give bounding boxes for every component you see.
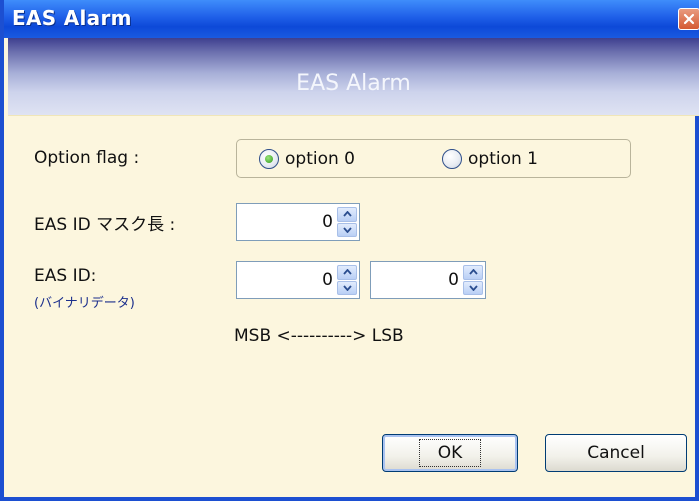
spin-down-button[interactable]	[337, 222, 357, 237]
ok-button-label: OK	[418, 439, 482, 467]
radio-unchecked-icon[interactable]	[442, 149, 462, 169]
close-button[interactable]	[678, 8, 699, 30]
cancel-button-label: Cancel	[587, 443, 645, 463]
mask-length-label: EAS ID マスク長 :	[34, 215, 176, 235]
eas-id-lsb-spinner[interactable]: 0	[370, 261, 486, 299]
chevron-up-icon	[342, 269, 352, 275]
eas-id-lsb-spin-buttons	[463, 265, 483, 295]
eas-id-msb-value[interactable]: 0	[322, 270, 333, 290]
radio-option-0[interactable]: option 0	[259, 149, 355, 169]
mask-length-spin-buttons	[337, 207, 357, 237]
cancel-button[interactable]: Cancel	[545, 434, 687, 472]
mask-length-spinner[interactable]: 0	[236, 203, 360, 241]
radio-option-0-label: option 0	[285, 149, 355, 169]
radio-checked-icon[interactable]	[259, 149, 279, 169]
radio-option-1[interactable]: option 1	[442, 149, 538, 169]
option-flag-group: option 0 option 1	[236, 139, 631, 178]
spin-up-button[interactable]	[337, 207, 357, 222]
dialog-header-title: EAS Alarm	[296, 71, 411, 96]
window-title: EAS Alarm	[12, 6, 132, 30]
eas-id-label: EAS ID:	[34, 266, 97, 286]
dialog-window: EAS Alarm EAS Alarm Option flag : option…	[0, 0, 699, 501]
mask-length-value[interactable]: 0	[322, 212, 333, 232]
spin-down-button[interactable]	[463, 280, 483, 295]
chevron-down-icon	[468, 285, 478, 291]
title-bar[interactable]: EAS Alarm	[4, 0, 699, 38]
spin-up-button[interactable]	[463, 265, 483, 280]
chevron-up-icon	[468, 269, 478, 275]
option-flag-label: Option flag :	[34, 148, 140, 168]
ok-button[interactable]: OK	[382, 434, 518, 472]
chevron-up-icon	[342, 211, 352, 217]
eas-id-msb-spin-buttons	[337, 265, 357, 295]
bit-order-caption: MSB <----------> LSB	[234, 326, 404, 346]
radio-option-1-label: option 1	[468, 149, 538, 169]
close-icon	[683, 13, 695, 25]
spin-up-button[interactable]	[337, 265, 357, 280]
eas-id-lsb-value[interactable]: 0	[448, 270, 459, 290]
eas-id-msb-spinner[interactable]: 0	[236, 261, 360, 299]
chevron-down-icon	[342, 227, 352, 233]
chevron-down-icon	[342, 285, 352, 291]
spin-down-button[interactable]	[337, 280, 357, 295]
dialog-header: EAS Alarm	[8, 38, 699, 116]
eas-id-sublabel: (バイナリデータ)	[34, 296, 135, 311]
